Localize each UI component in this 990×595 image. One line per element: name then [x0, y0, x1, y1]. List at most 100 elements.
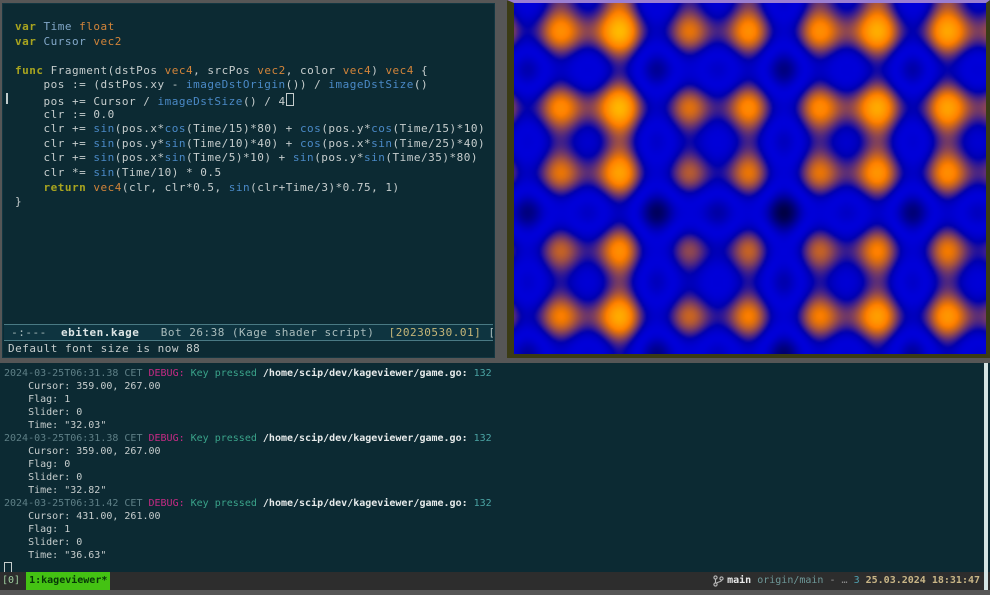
text-token: (clr+Time/3)*0.75, 1) — [250, 181, 400, 194]
text-token: return — [44, 181, 87, 194]
text-token: vec4 — [93, 181, 122, 194]
text-token: 25.03.2024 18:31:47 — [866, 575, 980, 586]
text-token: origin/main — [757, 575, 823, 586]
tmux-session-window: [0] 1:kageviewer* — [2, 572, 110, 590]
text-line: pos += Cursor / imageDstSize() / 4 — [15, 93, 494, 108]
text-token: clr += — [15, 151, 93, 164]
text-token: Cursor: 359.00, 267.00 — [4, 381, 161, 392]
text-line: } — [15, 195, 494, 210]
tmux-status-right: main origin/main - … 3 25.03.2024 18:31:… — [713, 572, 980, 590]
text-token: Cursor: 431.00, 261.00 — [4, 511, 161, 522]
echo-area: Default font size is now 88 — [4, 342, 493, 357]
text-line: return vec4(clr, clr*0.5, sin(clr+Time/3… — [15, 181, 494, 196]
text-token: (pos.y* — [314, 151, 364, 164]
text-cursor — [4, 562, 12, 572]
text-token: Flag: 1 — [4, 524, 70, 535]
text-cursor — [286, 93, 294, 106]
text-token: vec2 — [257, 64, 286, 77]
emacs-modeline: -:--- ebiten.kage Bot 26:38 (Kage shader… — [4, 324, 493, 341]
text-token: sin — [364, 151, 385, 164]
text-token: 3 — [854, 575, 866, 586]
text-line: clr := 0.0 — [15, 108, 494, 123]
scrollbar[interactable] — [984, 363, 988, 590]
text-token: sin — [93, 166, 114, 179]
text-token: imageDstOrigin — [186, 78, 286, 91]
text-token: imageDstSize — [157, 95, 242, 108]
text-token: - — [823, 575, 841, 586]
text-token: func — [15, 64, 44, 77]
text-line: Cursor: 359.00, 267.00 — [4, 445, 982, 458]
text-token — [15, 181, 44, 194]
text-line: Slider: 0 — [4, 536, 982, 549]
text-token: cos — [300, 122, 321, 135]
text-token: (Time/15)*80) + — [186, 122, 300, 135]
text-token: pos += Cursor / — [15, 95, 157, 108]
text-token: (Time/5)*10) + — [186, 151, 293, 164]
text-token: 132 — [468, 498, 492, 509]
text-line: clr += sin(pos.y*sin(Time/10)*40) + cos(… — [15, 137, 494, 152]
text-token: 132 — [468, 433, 492, 444]
text-token: (clr, clr*0.5, — [122, 181, 229, 194]
text-token: sin — [93, 151, 114, 164]
text-token: ()) / — [286, 78, 329, 91]
shader-preview-window — [507, 0, 990, 358]
text-token: , color — [286, 64, 343, 77]
text-token: (Time/10) * 0.5 — [115, 166, 222, 179]
tmux-status-bar: [0] 1:kageviewer* main origin/main - … 3… — [0, 572, 990, 590]
text-token: { — [414, 64, 428, 77]
text-token: [ — [481, 326, 493, 339]
text-line: Flag: 1 — [4, 523, 982, 536]
text-line: Cursor: 431.00, 261.00 — [4, 510, 982, 523]
text-line: pos := (dstPos.xy - imageDstOrigin()) / … — [15, 78, 494, 93]
text-line: 2024-03-25T06:31.38 CET DEBUG: Key press… — [4, 432, 982, 445]
text-token: ebiten.kage — [61, 326, 139, 339]
code-buffer[interactable]: var Time floatvar Cursor vec2func Fragme… — [3, 4, 494, 324]
text-token: vec4 — [165, 64, 194, 77]
text-token: clr *= — [15, 166, 93, 179]
text-token: var — [15, 35, 36, 48]
text-line: clr += sin(pos.x*sin(Time/5)*10) + sin(p… — [15, 151, 494, 166]
text-token: sin — [93, 137, 114, 150]
text-token: sin — [165, 137, 186, 150]
text-token: clr += — [15, 137, 93, 150]
terminal-window: 2024-03-25T06:31.38 CET DEBUG: Key press… — [0, 363, 990, 590]
text-token: sin — [93, 122, 114, 135]
text-token: Time: "32.03" — [4, 420, 106, 431]
text-token: (pos.y* — [321, 122, 371, 135]
text-token: -:--- — [4, 326, 61, 339]
log-level-badge: DEBUG: — [149, 433, 185, 444]
text-token: (Time/35)*80) — [385, 151, 478, 164]
text-token: Time: "32.82" — [4, 485, 106, 496]
text-token: 2024-03-25T06:31.42 CET — [4, 498, 149, 509]
text-line — [4, 562, 982, 572]
text-token: 2024-03-25T06:31.38 CET — [4, 368, 149, 379]
shader-canvas[interactable] — [514, 3, 986, 354]
text-token: (Time/25)*40) — [393, 137, 486, 150]
text-token: Slider: 0 — [4, 407, 82, 418]
text-line: Time: "32.82" — [4, 484, 982, 497]
tmux-window-tab[interactable]: 1:kageviewer* — [26, 572, 110, 590]
text-token: Cursor: 359.00, 267.00 — [4, 446, 161, 457]
log-level-badge: DEBUG: — [149, 368, 185, 379]
emacs-frame: var Time floatvar Cursor vec2func Fragme… — [2, 3, 495, 358]
text-token: /home/scip/dev/kageviewer/game.go: — [263, 433, 468, 444]
text-line: 2024-03-25T06:31.38 CET DEBUG: Key press… — [4, 367, 982, 380]
text-token: vec4 — [385, 64, 414, 77]
text-token: var — [15, 20, 36, 33]
text-token: Flag: 0 — [4, 459, 70, 470]
text-token: sin — [371, 137, 392, 150]
text-token: 2024-03-25T06:31.38 CET — [4, 433, 149, 444]
log-output[interactable]: 2024-03-25T06:31.38 CET DEBUG: Key press… — [0, 363, 982, 572]
text-line: Slider: 0 — [4, 406, 982, 419]
text-token: clr := 0.0 — [15, 108, 115, 121]
git-branch-icon — [713, 575, 724, 587]
text-token: Key pressed — [185, 498, 263, 509]
text-token: clr += — [15, 122, 93, 135]
text-token: 132 — [468, 368, 492, 379]
text-line: Flag: 1 — [4, 393, 982, 406]
text-token: [20230530.01] — [389, 326, 482, 339]
text-token: sin — [293, 151, 314, 164]
text-token: () — [414, 78, 428, 91]
text-token: … — [842, 575, 854, 586]
fringe-indicator — [6, 93, 8, 104]
